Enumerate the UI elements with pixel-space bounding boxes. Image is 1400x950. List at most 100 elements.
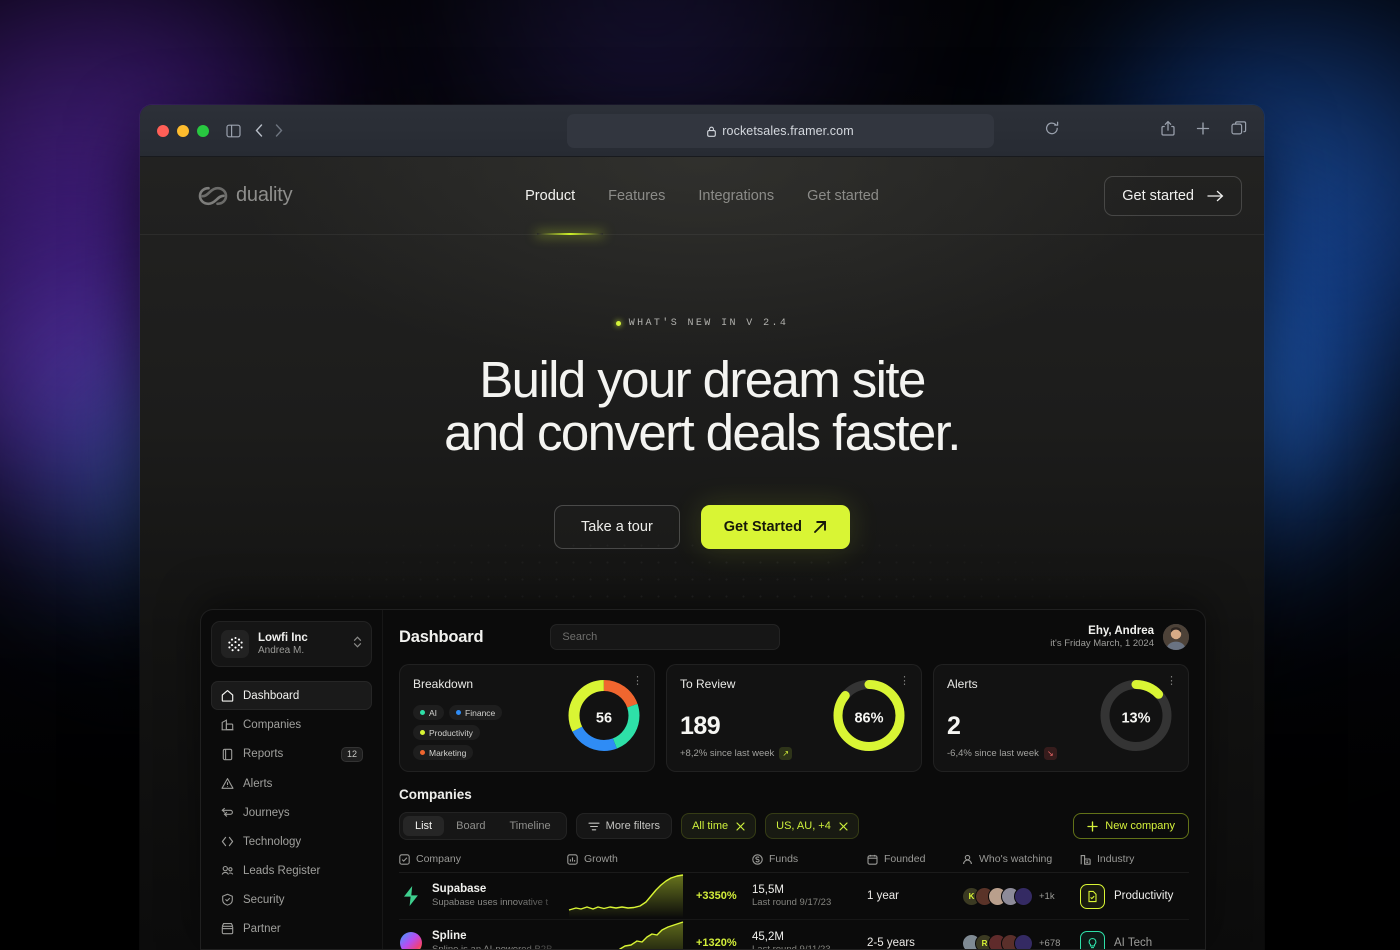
card-alerts: Alerts ⋮ 2 -6,4% since last week ↘ 13% — [933, 664, 1189, 772]
stat-cards: Breakdown ⋮ 56 AI Finance Productivity M… — [399, 664, 1189, 772]
reload-icon[interactable] — [1045, 121, 1059, 141]
code-brackets-icon — [220, 835, 234, 849]
arrows-swap-icon — [220, 806, 234, 820]
watchers-cell[interactable]: K +1k — [962, 886, 1080, 906]
sidebar-item-partner[interactable]: Partner — [211, 914, 372, 943]
sidebar-item-leads-register[interactable]: Leads Register — [211, 856, 372, 885]
close-window-button[interactable] — [157, 124, 169, 137]
nav-link-integrations[interactable]: Integrations — [698, 188, 774, 204]
filter-chip-all-time-label: All time — [692, 820, 729, 832]
sidebar-item-security[interactable]: Security — [211, 885, 372, 914]
view-tab-timeline[interactable]: Timeline — [497, 816, 562, 836]
industry-badge — [1080, 883, 1105, 909]
minimize-window-button[interactable] — [177, 124, 189, 137]
whats-new-badge[interactable]: WHAT'S NEW IN V 2.4 — [615, 318, 789, 329]
funds-value: 15,5M — [752, 884, 784, 896]
watchers-cell[interactable]: R +678 — [962, 933, 1080, 949]
plus-icon[interactable] — [1196, 121, 1210, 140]
breakdown-center-value: 56 — [595, 710, 613, 726]
sidebar-item-journeys[interactable]: Journeys — [211, 798, 372, 827]
new-company-label: New company — [1105, 820, 1175, 832]
nav-link-get-started[interactable]: Get started — [807, 188, 879, 204]
take-a-tour-button[interactable]: Take a tour — [554, 505, 680, 550]
column-header-company[interactable]: Company — [399, 853, 567, 865]
hero-buttons: Take a tour Get Started — [140, 505, 1264, 550]
page-title: Dashboard — [399, 627, 484, 646]
sidebar-label-partner: Partner — [243, 922, 281, 935]
sidebar-label-alerts: Alerts — [243, 777, 273, 790]
close-icon[interactable] — [839, 821, 848, 831]
industry-badge — [1080, 930, 1105, 949]
filter-chip-all-time[interactable]: All time — [681, 813, 757, 839]
address-bar[interactable]: rocketsales.framer.com — [567, 114, 994, 148]
companies-section-title: Companies — [399, 787, 472, 802]
column-header-founded[interactable]: Founded — [867, 853, 962, 865]
filter-chip-regions[interactable]: US, AU, +4 — [765, 813, 859, 839]
sidebar-nav: Dashboard Companies Reports 12 Alerts Jo… — [211, 681, 372, 943]
filter-chip-regions-label: US, AU, +4 — [776, 820, 831, 832]
sidebar-item-technology[interactable]: Technology — [211, 827, 372, 856]
sidebar-label-technology: Technology — [243, 835, 302, 848]
screenshot-root: rocketsales.framer.com duality Product F… — [0, 0, 1400, 950]
window-controls[interactable] — [157, 124, 209, 137]
table-row[interactable]: Spline Spline is an AI-powered B2B +1320… — [399, 920, 1189, 949]
org-logo-icon — [221, 630, 249, 658]
tabs-overview-icon[interactable] — [1231, 121, 1247, 141]
maximize-window-button[interactable] — [197, 124, 209, 137]
sidebar-toggle-icon[interactable] — [226, 124, 241, 138]
founded-cell: 1 year — [867, 890, 899, 902]
plus-icon — [1087, 820, 1098, 832]
badge-dot-icon — [615, 321, 621, 326]
get-started-button[interactable]: Get Started — [700, 505, 850, 550]
column-header-funds[interactable]: Funds — [752, 853, 867, 865]
sidebar-item-companies[interactable]: Companies — [211, 710, 372, 739]
more-filters-button[interactable]: More filters — [575, 813, 673, 839]
column-header-whos-watching[interactable]: Who's watching — [962, 853, 1080, 865]
avatar[interactable] — [1163, 624, 1189, 650]
search-input[interactable]: Search — [550, 624, 781, 650]
brand-name: duality — [236, 184, 293, 206]
company-description: Supabase uses innovative t — [432, 897, 549, 909]
sidebar-label-dashboard: Dashboard — [243, 689, 300, 702]
companies-toolbar: List Board Timeline More filters All tim… — [399, 812, 1189, 840]
search-placeholder: Search — [562, 631, 598, 643]
nav-link-product[interactable]: Product — [525, 188, 575, 204]
sidebar-label-leads-register: Leads Register — [243, 864, 321, 877]
column-header-industry[interactable]: Industry — [1080, 853, 1189, 865]
view-tab-board[interactable]: Board — [444, 816, 497, 836]
nav-link-features[interactable]: Features — [608, 188, 665, 204]
person-icon — [963, 854, 972, 864]
table-header-row: Company Growth Funds Founded Who's watch… — [399, 853, 1189, 873]
browser-nav-arrows[interactable] — [255, 124, 283, 137]
industry-label: AI Tech — [1114, 937, 1153, 949]
view-tab-list[interactable]: List — [403, 816, 445, 836]
navbar-get-started-button[interactable]: Get started — [1104, 175, 1242, 216]
org-switcher[interactable]: Lowfi Inc Andrea M. — [211, 621, 372, 667]
checkbox-icon[interactable] — [399, 853, 410, 865]
dashboard-sidebar: Lowfi Inc Andrea M. Dashboard Companies … — [201, 610, 383, 949]
new-company-button[interactable]: New company — [1073, 813, 1189, 839]
brand-logo[interactable]: duality — [198, 184, 293, 207]
share-icon[interactable] — [1161, 120, 1175, 141]
view-switcher: List Board Timeline — [399, 812, 567, 840]
warning-triangle-icon — [220, 777, 234, 791]
browser-actions — [1161, 120, 1247, 141]
user-name: Ehy, Andrea — [1088, 625, 1154, 637]
close-icon[interactable] — [736, 821, 745, 831]
browser-toolbar: rocketsales.framer.com — [140, 105, 1264, 157]
sidebar-item-dashboard[interactable]: Dashboard — [211, 681, 372, 710]
sidebar-item-reports[interactable]: Reports 12 — [211, 739, 372, 769]
sidebar-item-alerts[interactable]: Alerts — [211, 769, 372, 798]
table-row[interactable]: Supabase Supabase uses innovative t +335… — [399, 873, 1189, 920]
arrow-up-right-icon — [814, 521, 826, 534]
chevron-updown-icon[interactable] — [353, 635, 362, 654]
hero-section: WHAT'S NEW IN V 2.4 Build your dream sit… — [140, 235, 1264, 550]
user-greeting[interactable]: Ehy, Andrea it's Friday March, 1 2024 — [1050, 624, 1189, 650]
chart-icon — [567, 853, 578, 865]
shield-check-icon — [220, 893, 234, 907]
to-review-value: 189 — [680, 712, 721, 740]
duality-logo-icon — [198, 186, 228, 205]
hero-title: Build your dream site and convert deals … — [140, 353, 1264, 459]
filter-icon — [588, 822, 600, 830]
column-header-growth[interactable]: Growth — [567, 853, 752, 865]
